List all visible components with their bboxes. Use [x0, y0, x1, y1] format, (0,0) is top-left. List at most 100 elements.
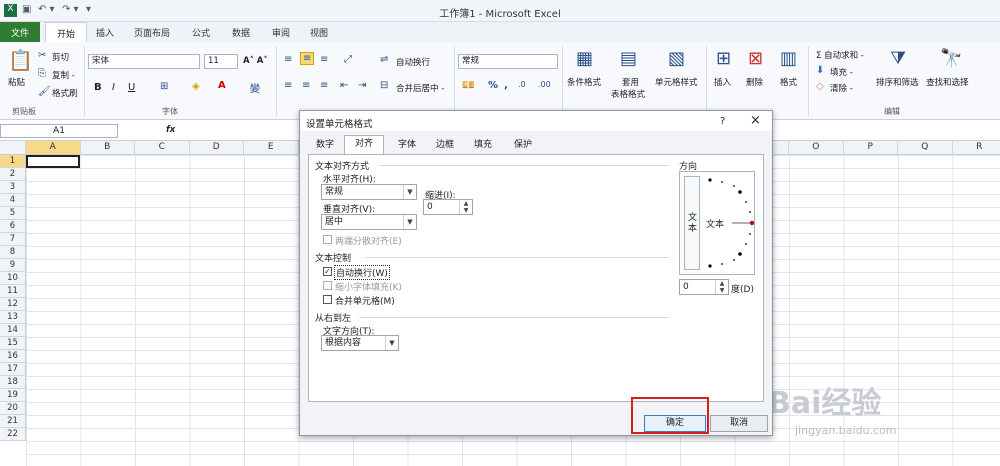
table-format-icon[interactable]: ▤ [620, 48, 637, 69]
align-right-icon[interactable]: ≡ [320, 80, 328, 91]
increase-indent-icon[interactable]: ⇥ [358, 80, 366, 91]
fill-icon[interactable]: ⬇ [816, 65, 824, 76]
row-header[interactable]: 7 [0, 233, 26, 246]
row-header[interactable]: 10 [0, 272, 26, 285]
comma-icon[interactable]: , [504, 80, 508, 91]
insert-cells-button[interactable]: 插入 [714, 76, 731, 88]
row-header[interactable]: 16 [0, 350, 26, 363]
column-header[interactable]: O [789, 141, 844, 155]
column-header[interactable]: R [952, 141, 1000, 155]
delete-cells-icon[interactable]: ⊠ [748, 48, 763, 69]
row-header[interactable]: 6 [0, 220, 26, 233]
cell-styles-icon[interactable]: ▧ [668, 48, 685, 69]
table-format-button-1[interactable]: 套用 [622, 76, 639, 88]
row-header[interactable]: 8 [0, 246, 26, 259]
shrink-to-fit-checkbox[interactable] [323, 281, 332, 290]
merge-cells-checkbox[interactable] [323, 295, 332, 304]
merge-center-button[interactable]: 合并后居中 - [396, 82, 444, 94]
active-cell[interactable] [26, 155, 80, 168]
merge-center-icon[interactable]: ⊟ [380, 80, 388, 91]
tab-data[interactable]: 数据 [232, 26, 250, 39]
copy-button[interactable]: 复制 - [52, 69, 75, 81]
decrease-indent-icon[interactable]: ⇤ [340, 80, 348, 91]
currency-icon[interactable]: 💴 [462, 80, 474, 91]
row-header[interactable]: 21 [0, 415, 26, 428]
percent-icon[interactable]: % [488, 80, 498, 91]
format-cells-icon[interactable]: ▥ [780, 48, 797, 69]
degrees-spinner[interactable]: 0 ▲ ▼ [679, 279, 729, 295]
column-header[interactable]: D [189, 141, 244, 155]
row-header[interactable]: 2 [0, 168, 26, 181]
row-header[interactable]: 19 [0, 389, 26, 402]
tab-number[interactable]: 数字 [310, 137, 340, 154]
copy-icon[interactable]: ⎘ [38, 68, 46, 79]
underline-button[interactable]: U [128, 82, 135, 93]
align-left-icon[interactable]: ≡ [284, 80, 292, 91]
fill-color-icon[interactable]: ◈ [192, 81, 200, 92]
clear-icon[interactable]: ◇ [816, 81, 824, 92]
increase-decimal-icon[interactable]: .0 [518, 80, 526, 89]
select-all-corner[interactable] [0, 141, 26, 155]
column-header[interactable]: Q [898, 141, 953, 155]
sort-filter-button[interactable]: 排序和筛选 [876, 76, 919, 88]
vertical-select[interactable]: 居中 ▼ [321, 214, 417, 230]
column-header[interactable]: E [244, 141, 299, 155]
row-header[interactable]: 1 [0, 155, 26, 168]
paste-button[interactable]: 粘贴 [8, 76, 25, 88]
column-header[interactable]: B [80, 141, 135, 155]
orientation-icon[interactable]: ⤢ [344, 54, 352, 65]
tab-home[interactable]: 开始 [45, 22, 87, 42]
tab-insert[interactable]: 插入 [96, 26, 114, 39]
paste-icon[interactable]: 📋 [8, 48, 33, 72]
phonetic-icon[interactable]: 變 [250, 80, 260, 95]
row-header[interactable]: 11 [0, 285, 26, 298]
tab-view[interactable]: 视图 [310, 26, 328, 39]
column-header[interactable]: C [135, 141, 190, 155]
border-icon[interactable]: ⊞ [160, 81, 168, 92]
orientation-box[interactable]: 文本 文本 [679, 171, 755, 275]
row-header[interactable]: 14 [0, 324, 26, 337]
format-painter-button[interactable]: 格式刷 [52, 87, 78, 99]
conditional-format-button[interactable]: 条件格式 [567, 76, 601, 88]
tab-page-layout[interactable]: 页面布局 [134, 26, 170, 39]
align-bottom-icon[interactable]: ≡ [320, 54, 328, 65]
find-select-icon[interactable]: 🔭 [940, 48, 962, 69]
wrap-text-button[interactable]: 自动换行 [396, 56, 430, 68]
row-header[interactable]: 20 [0, 402, 26, 415]
cut-icon[interactable]: ✂ [38, 50, 46, 61]
tab-protection[interactable]: 保护 [506, 137, 540, 154]
font-size-box[interactable]: 11 [204, 54, 238, 69]
cell-styles-button[interactable]: 单元格样式 [655, 76, 698, 88]
wrap-text-checkbox[interactable]: ✓ [323, 267, 332, 276]
bold-button[interactable]: B [94, 82, 102, 93]
format-painter-icon[interactable]: 🖌 [38, 86, 51, 97]
sort-filter-icon[interactable]: ⧩ [890, 48, 906, 69]
find-select-button[interactable]: 查找和选择 [926, 76, 969, 88]
indent-spinner[interactable]: 0 ▲ ▼ [423, 199, 473, 215]
conditional-format-icon[interactable]: ▦ [576, 48, 593, 69]
tab-file[interactable]: 文件 [0, 22, 40, 42]
name-box[interactable]: A1 [0, 124, 118, 138]
text-direction-select[interactable]: 根据内容 ▼ [321, 335, 399, 351]
tab-border[interactable]: 边框 [430, 137, 460, 154]
align-middle-icon[interactable]: ≡ [300, 52, 315, 65]
close-button[interactable]: × [750, 113, 761, 128]
horizontal-select[interactable]: 常规 ▼ [321, 184, 417, 200]
fx-button[interactable]: fx [166, 125, 175, 135]
help-button[interactable]: ? [720, 116, 725, 127]
row-header[interactable]: 18 [0, 376, 26, 389]
cut-button[interactable]: 剪切 [52, 51, 69, 63]
row-header[interactable]: 22 [0, 428, 26, 441]
number-format-box[interactable]: 常规 [458, 54, 558, 69]
column-header[interactable]: A [26, 141, 81, 155]
table-format-button-2[interactable]: 表格格式 [611, 88, 645, 100]
tab-review[interactable]: 审阅 [272, 26, 290, 39]
decrease-decimal-icon[interactable]: .00 [538, 80, 551, 89]
row-header[interactable]: 5 [0, 207, 26, 220]
column-header[interactable]: P [843, 141, 898, 155]
autosum-button[interactable]: Σ 自动求和 - [816, 49, 864, 61]
tab-formulas[interactable]: 公式 [192, 26, 210, 39]
row-header[interactable]: 12 [0, 298, 26, 311]
vertical-text-box[interactable]: 文本 [684, 176, 700, 270]
row-header[interactable]: 4 [0, 194, 26, 207]
